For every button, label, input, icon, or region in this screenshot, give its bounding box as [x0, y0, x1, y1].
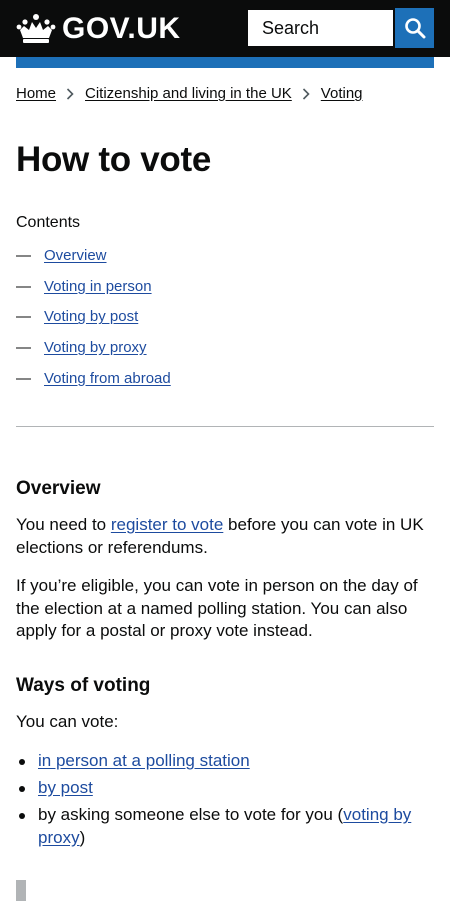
by-post-link[interactable]: by post — [38, 778, 93, 797]
inset-text — [16, 880, 434, 901]
list-item: by asking someone else to vote for you (… — [16, 804, 426, 849]
contents-label: Contents — [16, 214, 81, 231]
contents-list: — Overview — Voting in person — Voting by p… — [16, 246, 171, 399]
dash: — — [16, 308, 31, 326]
ways-of-voting-heading: Ways of voting — [16, 675, 151, 696]
dash: — — [16, 277, 31, 295]
contents-link-voting-by-proxy[interactable]: Voting by proxy — [44, 338, 147, 358]
text: by asking someone else to vote for you ( — [38, 805, 344, 824]
breadcrumb-voting[interactable]: Voting — [321, 85, 363, 102]
dash: — — [16, 339, 31, 357]
logo-text: GOV.UK — [62, 12, 181, 45]
contents-link-voting-from-abroad[interactable]: Voting from abroad — [44, 369, 171, 389]
contents-item: — Voting in person — [16, 277, 171, 308]
contents-link-voting-by-post[interactable]: Voting by post — [44, 307, 138, 327]
chevron-right-icon — [66, 87, 74, 100]
search-button[interactable] — [395, 8, 434, 48]
register-to-vote-link[interactable]: register to vote — [111, 515, 223, 534]
contents-link-voting-in-person[interactable]: Voting in person — [44, 277, 152, 297]
contents-item: — Voting from abroad — [16, 369, 171, 400]
contents-item: — Voting by post — [16, 307, 171, 338]
search-icon — [404, 18, 425, 39]
section-divider — [16, 426, 434, 427]
overview-heading: Overview — [16, 478, 101, 499]
dash: — — [16, 369, 31, 387]
breadcrumb-home[interactable]: Home — [16, 85, 56, 102]
ways-intro: You can vote: — [16, 712, 119, 731]
contents-item: — Overview — [16, 246, 171, 277]
chevron-right-icon — [302, 87, 310, 100]
breadcrumb: Home Citizenship and living in the UK Vo… — [16, 85, 363, 102]
text: ) — [79, 827, 86, 847]
overview-paragraph-1: You need to register to vote before you … — [16, 514, 426, 559]
dash: — — [16, 247, 31, 264]
text: You need to — [16, 515, 111, 534]
crown-icon — [16, 14, 56, 43]
polling-station-link[interactable]: in person at a polling station — [38, 751, 250, 770]
contents-item: — Voting by proxy — [16, 338, 171, 369]
govuk-logo-link[interactable]: GOV.UK — [16, 10, 181, 48]
overview-paragraph-2: If you’re eligible, you can vote in pers… — [16, 576, 418, 640]
site-header: GOV.UK Search — [0, 0, 450, 57]
ways-list: in person at a polling station by post b… — [16, 750, 426, 854]
list-item: in person at a polling station — [16, 750, 426, 773]
search-input[interactable]: Search — [246, 8, 395, 48]
list-item: by post — [16, 777, 426, 800]
contents-link-overview[interactable]: Overview — [44, 246, 107, 266]
page-title: How to vote — [16, 140, 212, 179]
header-blue-bar — [16, 57, 434, 68]
breadcrumb-citizenship[interactable]: Citizenship and living in the UK — [85, 85, 292, 102]
